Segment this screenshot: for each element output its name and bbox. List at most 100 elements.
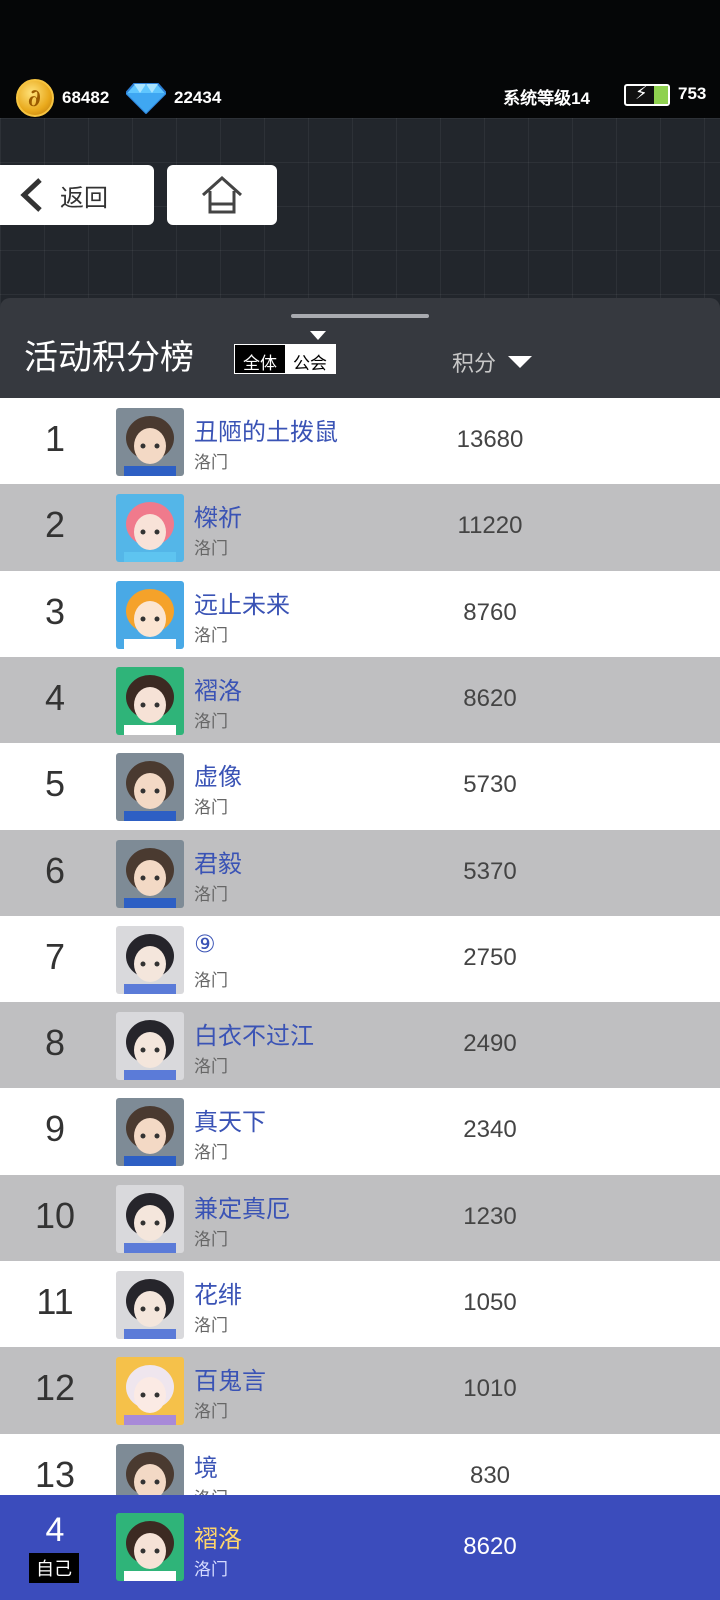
table-row[interactable]: 5 虚像洛门 5730 <box>0 743 720 832</box>
leaderboard-list[interactable]: 1 丑陋的土拨鼠 洛门 13680 2 榤祈 洛门 11220 3 远止未来 洛门 8760 4 褶洛 洛门… <box>0 398 720 1495</box>
table-row[interactable]: 1 丑陋的土拨鼠 洛门 13680 <box>0 398 720 486</box>
rank-number: 5 <box>44 763 66 805</box>
self-rank-bar[interactable]: 4 自己 褶洛 洛门 8620 <box>0 1495 720 1600</box>
rank-number: 1 <box>44 418 66 459</box>
self-score: 8620 <box>463 1533 517 1560</box>
gem-counter: 22434 <box>126 78 221 118</box>
avatar[interactable] <box>116 494 184 563</box>
table-row[interactable]: 9 真天下洛门 2340 <box>0 1088 720 1177</box>
gem-value: 22434 <box>174 88 222 107</box>
player-name[interactable]: 兼定真厄 <box>194 1189 290 1224</box>
avatar[interactable] <box>116 1357 184 1426</box>
tab-all[interactable]: 全体 <box>235 345 285 374</box>
player-name[interactable]: 丑陋的土拨鼠 <box>194 412 338 447</box>
avatar[interactable] <box>116 1443 184 1495</box>
avatar[interactable] <box>116 925 184 994</box>
rank-number: 2 <box>44 504 66 546</box>
guild-name: 洛门 <box>194 1143 228 1164</box>
player-name[interactable]: 榤祈 <box>194 498 242 533</box>
rank-number: 6 <box>44 849 66 891</box>
table-row[interactable]: 8 白衣不过江 洛门 2490 <box>0 1002 720 1091</box>
coin-icon <box>16 79 54 117</box>
self-rank: 4 <box>45 1511 65 1549</box>
chevron-left-icon <box>20 178 42 212</box>
score-sort-button[interactable]: 积分 <box>452 346 533 378</box>
avatar[interactable] <box>116 1513 184 1581</box>
page-title: 活动积分榜 <box>24 338 194 378</box>
table-row[interactable]: 11 花绯洛门 1050 <box>0 1261 720 1349</box>
rank-number: 9 <box>44 1108 66 1150</box>
score-value: 5370 <box>463 857 517 885</box>
player-name[interactable]: 花绯 <box>194 1275 242 1310</box>
filter-indicator-icon <box>310 331 326 340</box>
guild-name: 洛门 <box>194 711 228 732</box>
stamina-value: 753 <box>678 84 707 103</box>
avatar[interactable] <box>116 1098 184 1167</box>
rank-number: 13 <box>34 1453 76 1495</box>
coin-value: 68482 <box>62 88 110 107</box>
table-row[interactable]: 13 境洛门 830 <box>0 1433 720 1495</box>
self-guild-name: 洛门 <box>194 1560 228 1580</box>
avatar[interactable] <box>116 1184 184 1253</box>
guild-name: 洛门 <box>194 1402 228 1423</box>
self-player-name: 褶洛 <box>194 1525 242 1553</box>
guild-name: 洛门 <box>194 798 228 819</box>
guild-name: 洛门 <box>194 1229 228 1250</box>
diamond-icon <box>126 83 166 114</box>
rank-number: 11 <box>36 1281 74 1322</box>
home-button[interactable] <box>167 165 277 225</box>
rank-number: 3 <box>44 590 66 632</box>
back-button[interactable]: 返回 <box>0 165 154 225</box>
coin-counter: 68482 <box>16 78 109 118</box>
table-row[interactable]: 7 ⑨ 洛门 2750 <box>0 915 720 1004</box>
player-name[interactable]: 境 <box>194 1448 218 1483</box>
table-row[interactable]: 10 兼定真厄洛门 1230 <box>0 1174 720 1263</box>
table-row[interactable]: 2 榤祈 洛门 11220 <box>0 484 720 573</box>
table-row[interactable]: 4 褶洛 洛门 8620 <box>0 656 720 745</box>
system-level: 系统等级14 <box>503 89 590 108</box>
avatar[interactable] <box>116 1271 184 1339</box>
guild-name: 洛门 <box>194 625 228 646</box>
rank-number: 8 <box>44 1022 66 1064</box>
avatar[interactable] <box>116 580 184 649</box>
player-name[interactable]: 白衣不过江 <box>194 1016 314 1051</box>
drag-handle[interactable] <box>291 314 429 318</box>
avatar[interactable] <box>116 753 184 822</box>
avatar[interactable] <box>116 1012 184 1081</box>
player-name[interactable]: ⑨ <box>194 930 216 958</box>
avatar[interactable] <box>116 408 184 476</box>
stamina-battery-icon: ⚡ <box>624 84 670 106</box>
guild-name: 洛门 <box>194 453 228 473</box>
tab-guild[interactable]: 公会 <box>285 345 335 374</box>
player-name[interactable]: 君毅 <box>194 844 242 879</box>
score-value: 8760 <box>463 598 517 626</box>
top-status-bar: 68482 22434 系统等级14 ⚡ 753 <box>0 0 720 130</box>
scope-toggle[interactable]: 全体 公会 <box>234 344 336 374</box>
self-tag: 自己 <box>29 1553 79 1583</box>
player-name[interactable]: 褶洛 <box>194 671 242 706</box>
rank-number: 7 <box>44 935 66 977</box>
score-value: 5730 <box>463 771 517 799</box>
player-name[interactable]: 百鬼言 <box>194 1361 266 1396</box>
player-name[interactable]: 真天下 <box>194 1102 266 1137</box>
player-name[interactable]: 虚像 <box>194 757 242 792</box>
rank-number: 4 <box>44 676 66 718</box>
home-icon <box>201 175 243 214</box>
score-value: 1230 <box>463 1202 517 1230</box>
player-name[interactable]: 远止未来 <box>194 585 290 620</box>
avatar[interactable] <box>116 666 184 735</box>
score-value: 1050 <box>463 1289 517 1316</box>
score-value: 830 <box>469 1461 511 1489</box>
table-row[interactable]: 12 百鬼言 洛门 1010 <box>0 1347 720 1436</box>
score-value: 2340 <box>463 1116 517 1144</box>
table-row[interactable]: 3 远止未来洛门 8760 <box>0 570 720 659</box>
sort-down-icon <box>508 356 533 368</box>
guild-name: 洛门 <box>194 1316 228 1336</box>
table-row[interactable]: 6 君毅 洛门 5370 <box>0 829 720 918</box>
guild-name: 洛门 <box>194 1057 228 1078</box>
avatar[interactable] <box>116 839 184 908</box>
back-label: 返回 <box>60 183 108 212</box>
score-value: 11220 <box>457 512 523 540</box>
rank-number: 10 <box>34 1194 76 1236</box>
guild-name: 洛门 <box>194 1484 228 1495</box>
